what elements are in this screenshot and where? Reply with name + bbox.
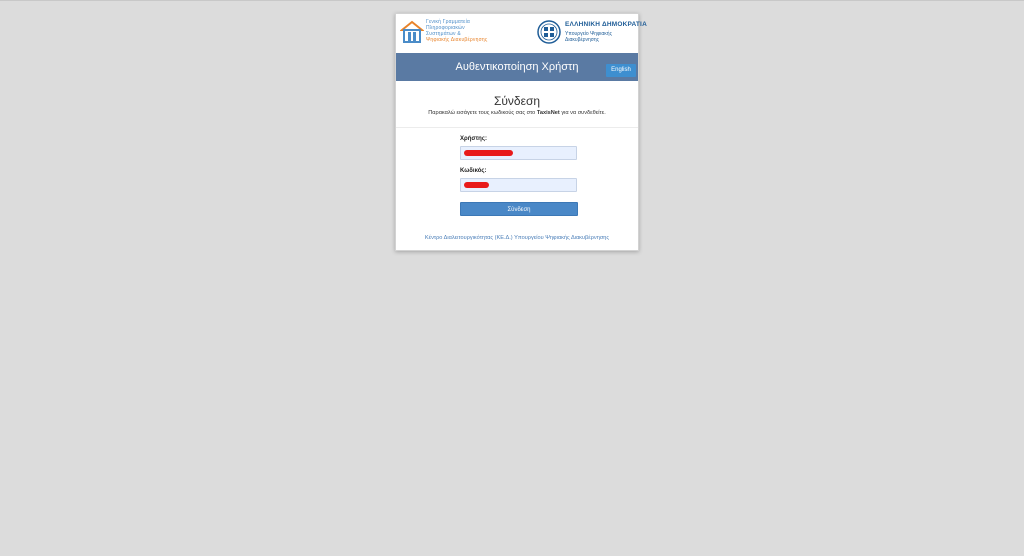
logo-bar: Γενική Γραμματεία Πληροφοριακών Συστημάτ… (396, 14, 647, 53)
username-redaction (464, 150, 513, 156)
gsis-logo-text: Γενική Γραμματεία Πληροφοριακών Συστημάτ… (426, 19, 488, 43)
intro-text-after: για να συνδεθείτε. (561, 110, 606, 116)
section-divider (396, 127, 638, 128)
gsis-emblem-icon (400, 20, 424, 43)
login-title: Σύνδεση (493, 94, 541, 108)
username-label: Χρήστης: (460, 136, 487, 142)
ministry-logo: ΕΛΛΗΝΙΚΗ ΔΗΜΟΚΡΑΤΙΑ Υπουργείο Ψηφιακής Δ… (537, 20, 647, 48)
ministry-sub-line-2: Διακυβέρνησης (565, 37, 600, 43)
gsis-line-4: Ψηφιακής Διακυβέρνησης (426, 37, 488, 43)
greek-coat-of-arms-icon (537, 20, 561, 44)
password-input[interactable] (460, 178, 577, 192)
header-title: Αυθεντικοποίηση Χρήστη (455, 61, 579, 73)
top-border (0, 0, 1024, 1)
login-card: Γενική Γραμματεία Πληροφοριακών Συστημάτ… (395, 13, 647, 251)
gsis-logo: Γενική Γραμματεία Πληροφοριακών Συστημάτ… (400, 18, 487, 50)
intro-text-before: Παρακαλώ εισάγετε τους κωδικούς σας στο (428, 110, 536, 116)
ministry-subtitle: Υπουργείο Ψηφιακής Διακυβέρνησης (565, 31, 637, 43)
password-label: Κωδικός: (460, 168, 487, 174)
password-redaction (464, 182, 489, 188)
english-language-button[interactable]: English (606, 64, 636, 77)
login-submit-button[interactable]: Σύνδεση (460, 202, 578, 216)
intro-brand: TaxisNet (536, 110, 560, 116)
header-bar: Αυθεντικοποίηση Χρήστη English (396, 53, 638, 81)
login-intro: Παρακαλώ εισάγετε τους κωδικούς σας στο … (396, 110, 638, 116)
footer-link[interactable]: Κέντρο Διαλειτουργικότητας (ΚΕ.Δ.) Υπουρ… (396, 235, 638, 241)
username-input[interactable] (460, 146, 577, 160)
ministry-title: ΕΛΛΗΝΙΚΗ ΔΗΜΟΚΡΑΤΙΑ (565, 21, 647, 28)
